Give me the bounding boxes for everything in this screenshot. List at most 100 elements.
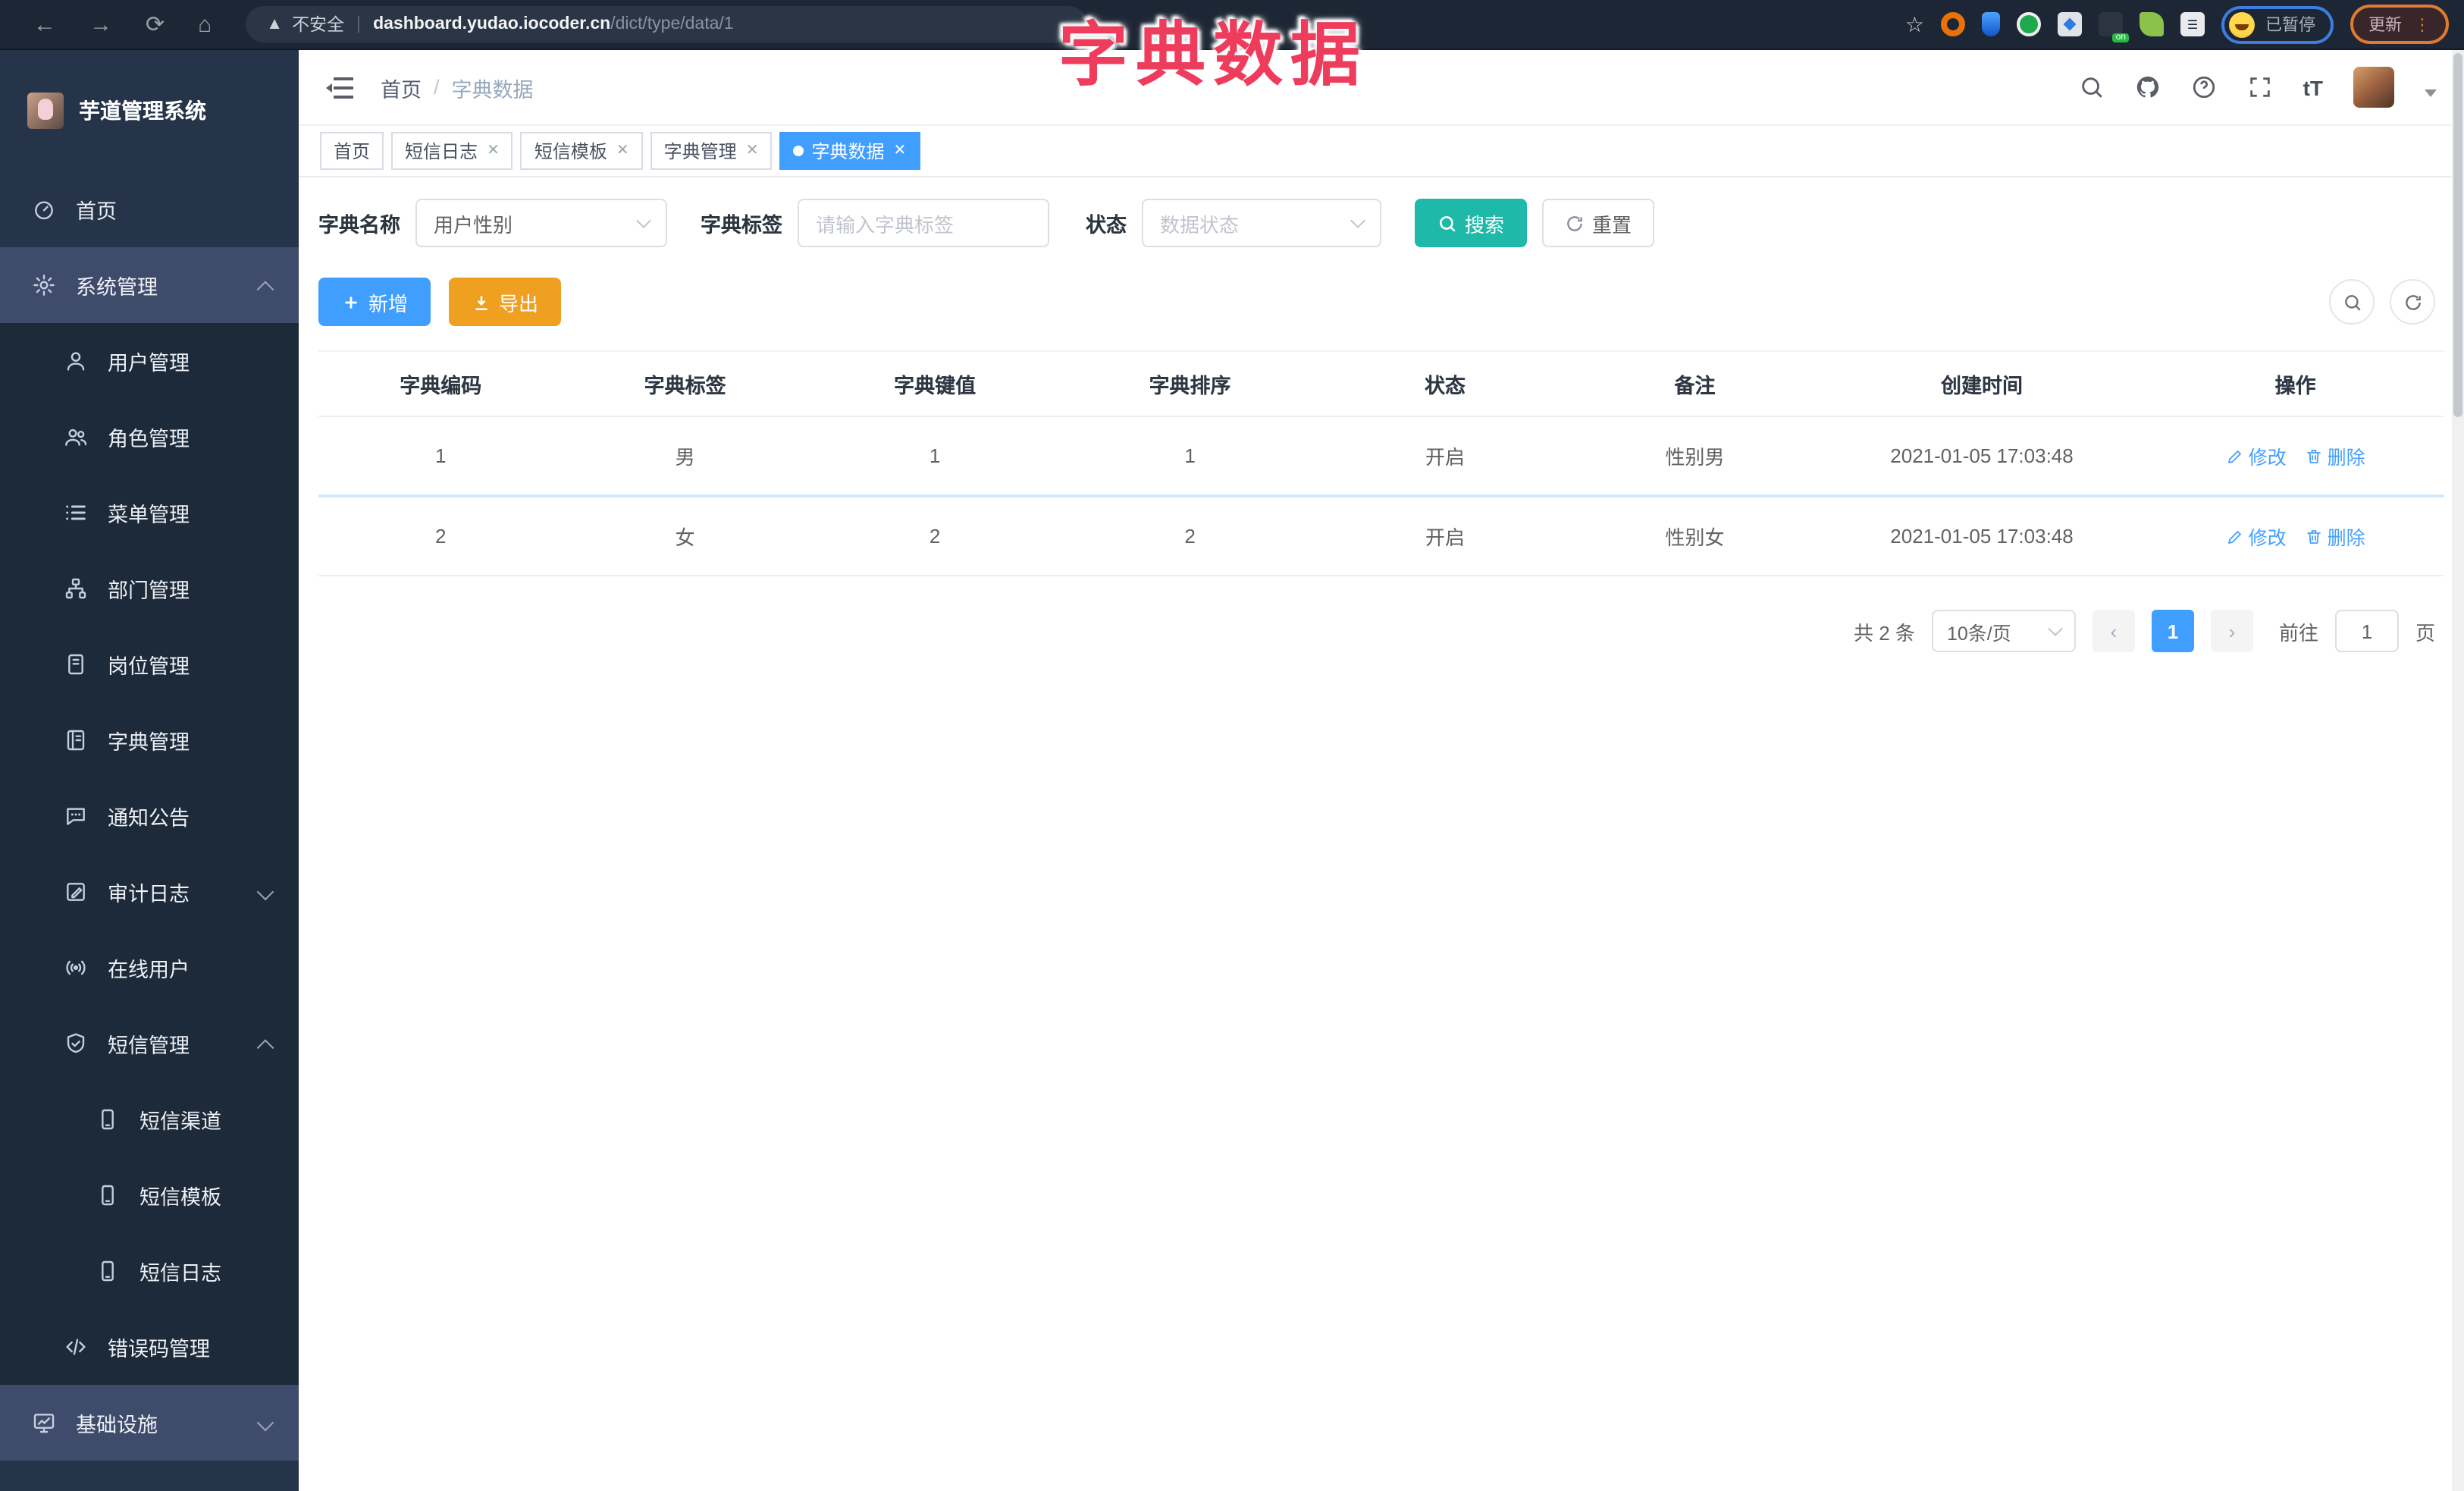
phone-icon [96, 1259, 120, 1283]
fullscreen-icon[interactable] [2247, 74, 2273, 100]
sidebar-item-label: 岗位管理 [108, 655, 190, 678]
chevron-up-icon [259, 279, 271, 291]
url-path: /dict/type/data/1 [610, 15, 734, 33]
active-dot-icon [793, 146, 804, 156]
browser-menu-icon[interactable]: ⋮ [2414, 14, 2431, 34]
edit-link[interactable]: 修改 [2226, 441, 2287, 470]
sidebar-item-13[interactable]: 短信模板 [0, 1157, 299, 1233]
refresh-icon [1567, 215, 1582, 231]
browser-update-button[interactable]: 更新 ⋮ [2350, 5, 2449, 44]
extensions-puzzle-icon[interactable] [2180, 12, 2205, 36]
sidebar-item-1[interactable]: 系统管理 [0, 247, 299, 323]
close-tab-icon[interactable]: ✕ [487, 143, 500, 159]
edit-label: 修改 [2248, 528, 2287, 549]
tab-0[interactable]: 首页 [320, 132, 384, 170]
user-menu-caret-icon[interactable] [2425, 89, 2437, 97]
status-select[interactable]: 数据状态 [1142, 199, 1381, 247]
user-avatar[interactable] [2353, 67, 2394, 108]
delete-link[interactable]: 删除 [2305, 441, 2365, 470]
sidebar-item-5[interactable]: 部门管理 [0, 551, 299, 626]
page-size-select[interactable]: 10条/页 [1931, 610, 2076, 652]
ext-blue-gem-icon[interactable] [1982, 12, 2000, 36]
sidebar-item-4[interactable]: 菜单管理 [0, 475, 299, 551]
security-warning: 不安全 [292, 17, 345, 35]
ext-on-toggle-icon[interactable] [2099, 12, 2129, 42]
app-logo[interactable]: 芋道管理系统 [0, 50, 299, 171]
sidebar-item-16[interactable]: 基础设施 [0, 1385, 299, 1461]
chevron-down-icon [2048, 621, 2063, 636]
tab-label: 短信模板 [534, 141, 607, 162]
chevron-down-icon [636, 213, 651, 228]
profile-paused-badge[interactable]: 已暂停 [2221, 5, 2334, 43]
sidebar-item-label: 在线用户 [108, 959, 190, 981]
tab-2[interactable]: 短信模板 ✕ [520, 132, 643, 170]
sidebar-item-2[interactable]: 用户管理 [0, 323, 299, 399]
status-placeholder: 数据状态 [1160, 213, 1240, 236]
sidebar-item-3[interactable]: 角色管理 [0, 399, 299, 475]
users-icon [64, 425, 88, 449]
add-button[interactable]: 新增 [318, 278, 431, 326]
export-button-label: 导出 [499, 292, 539, 315]
ext-green-check-icon[interactable] [2017, 12, 2041, 36]
search-icon[interactable] [2079, 74, 2105, 100]
dict-tag-input[interactable]: 请输入字典标签 [798, 199, 1049, 247]
search-button[interactable]: 搜索 [1415, 199, 1528, 247]
scrollbar-thumb[interactable] [2453, 53, 2462, 417]
goto-page-input[interactable]: 1 [2334, 610, 2399, 652]
sidebar-item-11[interactable]: 短信管理 [0, 1006, 299, 1081]
collapse-sidebar-icon[interactable] [326, 77, 353, 98]
sidebar-item-label: 部门管理 [108, 579, 190, 602]
github-icon[interactable] [2135, 74, 2161, 100]
forward-icon[interactable]: → [89, 11, 112, 37]
sidebar-item-12[interactable]: 短信渠道 [0, 1081, 299, 1157]
next-page-button[interactable]: › [2210, 610, 2253, 652]
export-button[interactable]: 导出 [449, 278, 562, 326]
bookmark-star-icon[interactable]: ☆ [1905, 11, 1924, 37]
sidebar-item-8[interactable]: 通知公告 [0, 778, 299, 854]
delete-link[interactable]: 删除 [2305, 522, 2365, 551]
reset-button-label: 重置 [1592, 213, 1632, 236]
sidebar-item-7[interactable]: 字典管理 [0, 702, 299, 778]
filter-form: 字典名称 用户性别 字典标签 请输入字典标签 状态 数据状态 搜索 重置 [318, 199, 2444, 247]
sidebar-item-9[interactable]: 审计日志 [0, 854, 299, 930]
address-bar[interactable]: ▲ 不安全 | dashboard.yudao.iocoder.cn/dict/… [245, 6, 1087, 42]
browser-scrollbar[interactable] [2452, 50, 2464, 1491]
reset-button[interactable]: 重置 [1542, 199, 1655, 247]
dict-name-select[interactable]: 用户性别 [415, 199, 667, 247]
ext-green-leaf-icon[interactable] [2140, 12, 2164, 36]
breadcrumb-home[interactable]: 首页 [381, 72, 422, 102]
edit-link[interactable]: 修改 [2226, 522, 2287, 551]
delete-label: 删除 [2327, 447, 2365, 469]
help-icon[interactable] [2191, 74, 2217, 100]
cell-sort: 2 [1062, 496, 1318, 576]
sidebar-item-15[interactable]: 错误码管理 [0, 1309, 299, 1385]
close-tab-icon[interactable]: ✕ [894, 143, 907, 159]
gear-icon [32, 273, 56, 297]
status-label: 状态 [1086, 214, 1127, 237]
cell-label: 女 [563, 496, 807, 576]
sidebar-item-14[interactable]: 短信日志 [0, 1233, 299, 1309]
toggle-search-button[interactable] [2329, 279, 2375, 325]
tab-label: 字典数据 [811, 141, 885, 162]
code-icon [64, 1335, 88, 1359]
refresh-table-button[interactable] [2390, 279, 2435, 325]
font-size-icon[interactable]: tT [2303, 75, 2323, 99]
refresh-icon[interactable]: ⟳ [146, 11, 165, 38]
ext-orange-ring-icon[interactable] [1941, 12, 1965, 36]
sidebar-item-label: 角色管理 [108, 428, 190, 450]
close-tab-icon[interactable]: ✕ [746, 143, 759, 159]
sidebar-item-10[interactable]: 在线用户 [0, 930, 299, 1006]
home-icon[interactable]: ⌂ [198, 11, 212, 37]
prev-page-button[interactable]: ‹ [2092, 610, 2135, 652]
page-1-button[interactable]: 1 [2151, 610, 2194, 652]
tab-1[interactable]: 短信日志 ✕ [391, 132, 513, 170]
tab-3[interactable]: 字典管理 ✕ [650, 132, 773, 170]
sidebar-item-0[interactable]: 首页 [0, 171, 299, 247]
sidebar-item-label: 审计日志 [108, 883, 190, 906]
cell-status: 开启 [1317, 496, 1573, 576]
sidebar-item-6[interactable]: 岗位管理 [0, 626, 299, 702]
ext-blue-stats-icon[interactable] [2058, 12, 2082, 36]
close-tab-icon[interactable]: ✕ [616, 143, 629, 159]
back-icon[interactable]: ← [33, 11, 56, 37]
tab-4[interactable]: 字典数据 ✕ [779, 132, 920, 170]
